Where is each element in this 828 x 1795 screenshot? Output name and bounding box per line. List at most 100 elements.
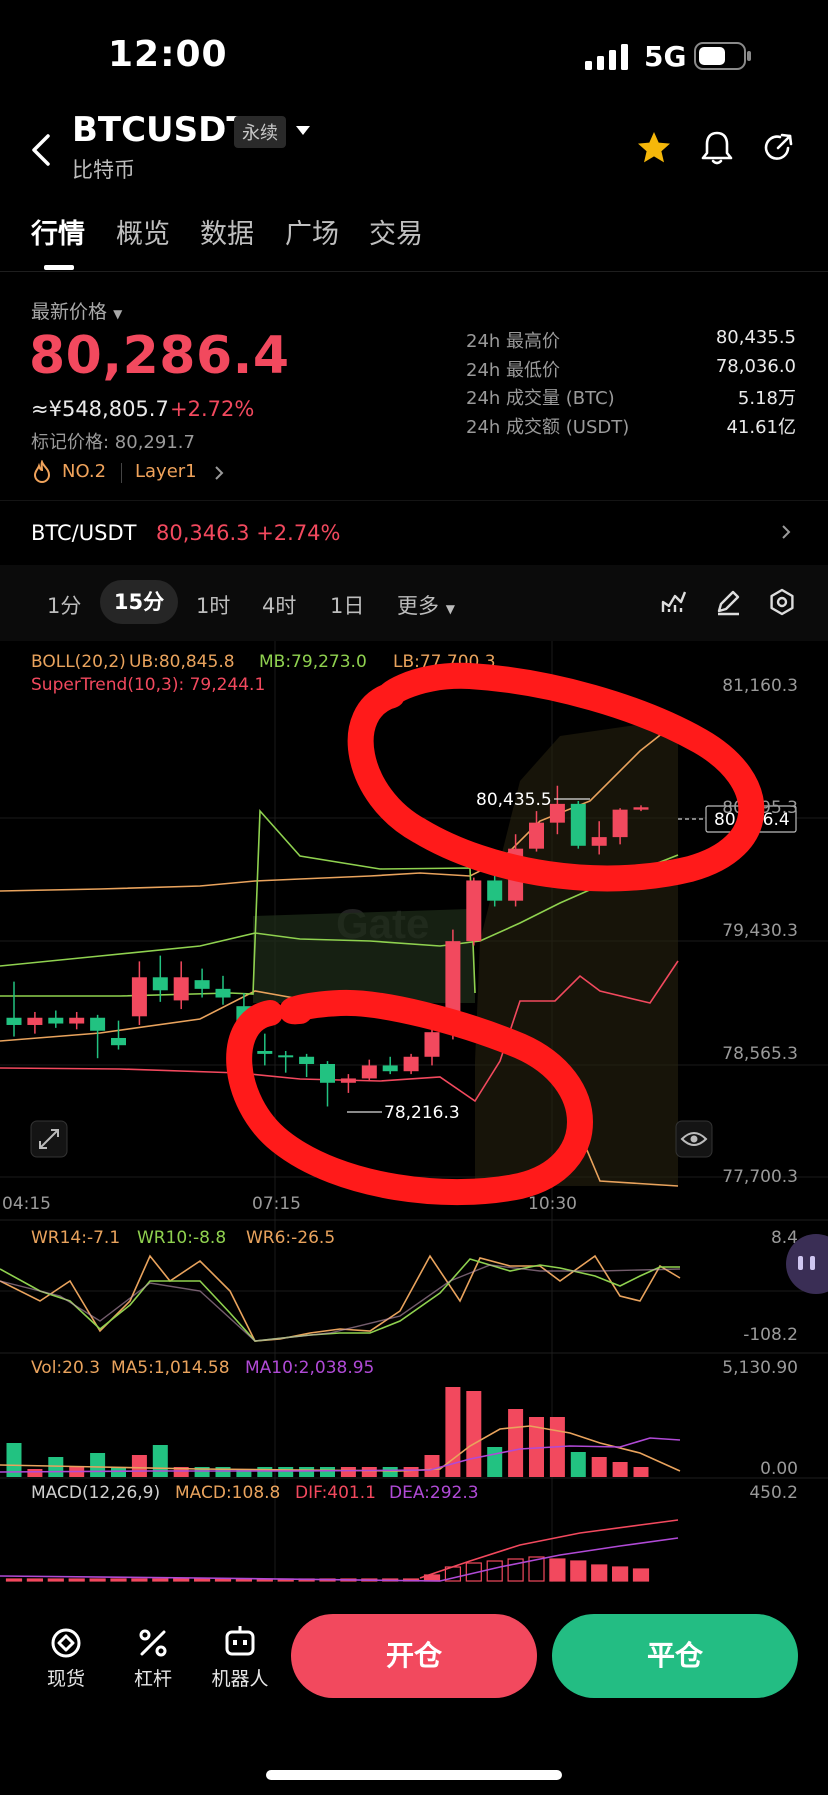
expand-icon[interactable] [30,1120,68,1158]
volume-bar [591,1457,607,1477]
volume-bar [361,1467,377,1477]
signal-icon [585,44,628,70]
boll-label: BOLL(20,2) [31,652,126,672]
macd-bar [632,1568,650,1582]
candle-body [320,1063,335,1083]
nav-leverage[interactable]: 杠杆 [113,1664,193,1691]
macd-bar [194,1578,211,1582]
candle-body [6,1017,22,1025]
back-icon[interactable] [28,130,56,170]
candle-body [487,880,503,901]
nav-robot[interactable]: 机器人 [200,1664,280,1691]
candle-body [549,803,565,823]
timeframe-4h[interactable]: 4时 [262,590,296,620]
timeframe-1h[interactable]: 1时 [196,590,230,620]
timeframe-1d[interactable]: 1日 [330,590,364,620]
volume-bar [508,1409,524,1477]
bell-icon[interactable] [697,128,737,168]
tab-trade[interactable]: 交易 [369,212,423,251]
nav-spot[interactable]: 现货 [26,1664,106,1691]
assistant-eye-right [810,1256,815,1270]
dif-value: DIF:401.1 [295,1483,376,1503]
dea-value: DEA:292.3 [389,1483,479,1503]
favorite-star-icon[interactable] [634,128,674,168]
wr10-label: WR10:-8.8 [137,1228,226,1248]
share-icon[interactable] [758,128,798,168]
tab-data[interactable]: 数据 [200,212,254,251]
price-tick: 78,565.3 [722,1044,798,1064]
volume-bar [152,1445,168,1477]
macd-bar [5,1578,23,1582]
volume-bar [382,1467,398,1477]
timeframe-more[interactable]: 更多 ▼ [397,590,455,620]
ma5-label: MA5:1,014.58 [111,1358,230,1378]
timeframe-15m[interactable]: 15分 [100,580,178,624]
macd-bar [570,1560,587,1582]
sector-tag[interactable]: Layer1 [135,461,197,482]
latest-price-label[interactable]: 最新价格 ▼ [31,297,122,324]
macd-bar [47,1578,64,1582]
tab-market[interactable]: 行情 [31,212,85,251]
draw-pencil-icon[interactable] [714,588,742,616]
low-marker-label: 78,216.3 [384,1103,460,1123]
candle-body [361,1065,377,1079]
pair-name-cn: 比特币 [72,158,135,182]
spot-chevron-icon[interactable] [780,523,792,541]
candle-body [173,977,189,1001]
mark-price: 标记价格: 80,291.7 [31,432,195,453]
volume-bar [424,1455,440,1477]
macd-bar [214,1578,232,1582]
indicator-icon[interactable] [660,588,688,616]
candle-body [111,1037,126,1046]
price-tick: 77,700.3 [722,1167,798,1187]
stat-low-value: 78,036.0 [715,356,796,377]
candle-body [633,807,649,810]
rank-badge[interactable]: NO.2 [62,461,106,482]
candle-body [570,803,586,846]
spot-pair-label[interactable]: BTC/USDT [31,521,136,545]
eye-toggle-icon[interactable] [675,1120,713,1158]
stat-high-label: 24h 最高价 [466,331,561,352]
tab-overview[interactable]: 概览 [116,212,170,251]
pair-dropdown-icon[interactable] [296,126,310,135]
kline-chart[interactable]: Gate 80,435.5 78,216.3 80,286.4 BOLL(20,… [0,641,828,1582]
candle-body [27,1017,43,1025]
vol-label: Vol:20.3 [31,1358,100,1378]
cny-price: ≈¥548,805.7 [31,397,169,421]
vol-tick-bottom: 0.00 [760,1459,798,1479]
vol-tick-top: 5,130.90 [722,1358,798,1378]
stat-turnover-label: 24h 成交额 (USDT) [466,417,630,438]
stat-high-value: 80,435.5 [715,327,796,348]
macd-bar [89,1578,106,1582]
volume-bar [340,1467,356,1477]
pair-title[interactable]: BTCUSDT [72,110,250,150]
candle-body [257,1050,273,1054]
section-divider [0,500,828,501]
stat-turnover-value: 41.61亿 [726,417,796,438]
tab-square[interactable]: 广场 [285,212,339,251]
chart-settings-icon[interactable] [768,588,796,616]
chevron-right-icon[interactable] [213,464,225,482]
price-tick: 81,160.3 [722,676,798,696]
close-position-button[interactable]: 平仓 [552,1614,798,1698]
leverage-icon [139,1629,167,1657]
timeframe-1m[interactable]: 1分 [47,590,81,620]
candle-body [194,980,210,989]
stat-low-label: 24h 最低价 [466,360,561,381]
volume-bar [131,1455,147,1477]
contract-type-badge: 永续 [234,116,286,148]
volume-bar [90,1453,106,1477]
macd-bar [26,1578,43,1582]
wr14-label: WR14:-7.1 [31,1228,120,1248]
macd-bar [173,1578,190,1582]
flame-icon [33,460,51,483]
volume-bar [278,1467,294,1477]
candle-body [90,1017,106,1031]
open-position-button[interactable]: 开仓 [291,1614,537,1698]
time-tick: 10:30 [528,1194,577,1214]
volume-bar [299,1467,315,1477]
candle-body [215,988,231,998]
volume-bar [403,1467,419,1477]
volume-bar [257,1467,273,1477]
home-indicator [266,1770,562,1780]
